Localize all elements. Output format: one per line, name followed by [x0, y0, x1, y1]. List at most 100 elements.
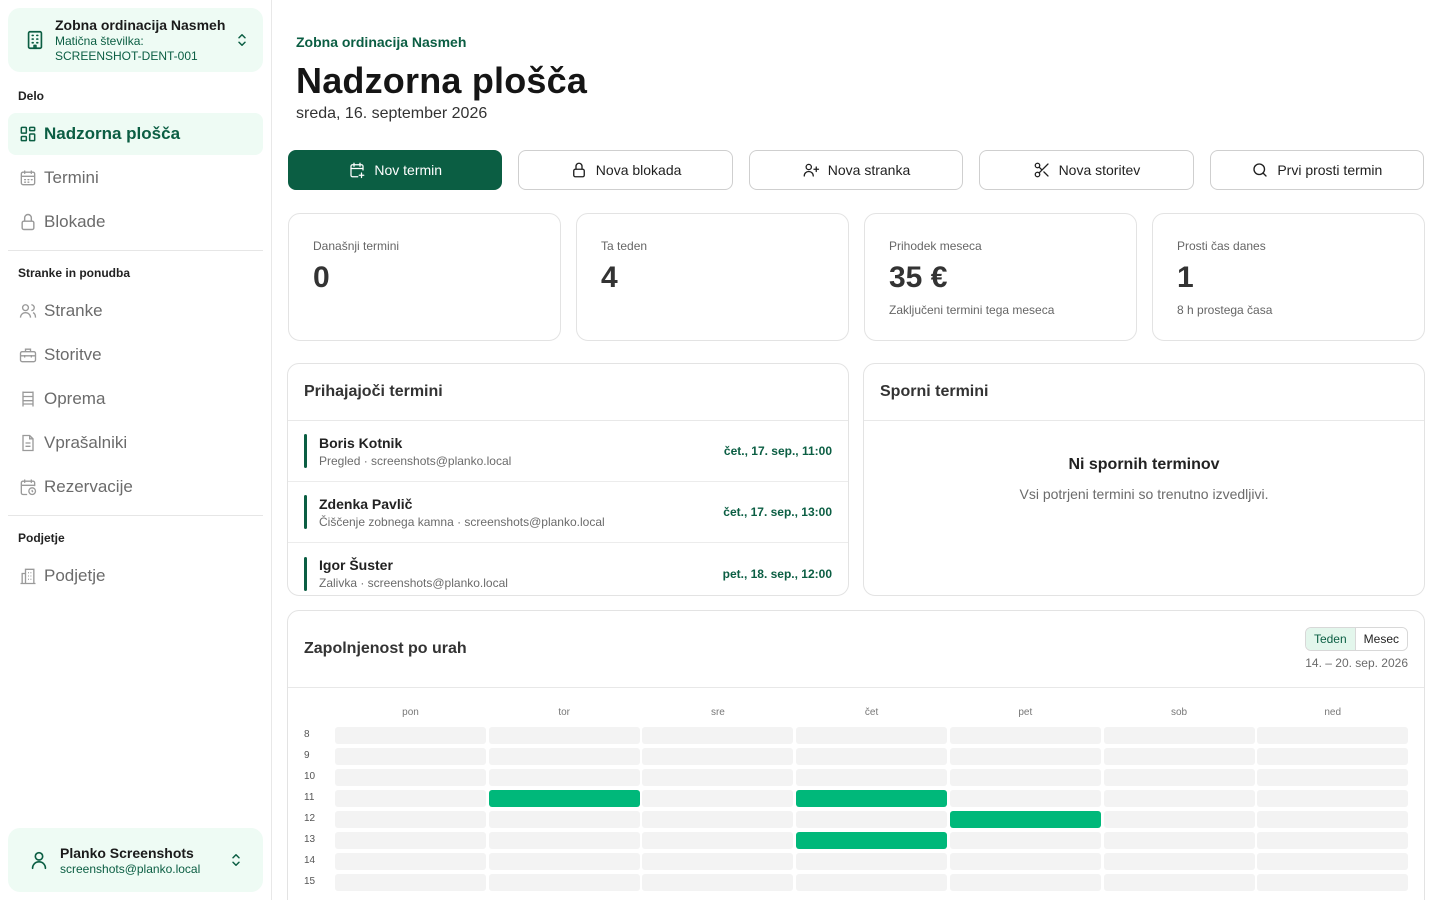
new-service-button[interactable]: Nova storitev — [979, 150, 1194, 190]
heatmap-cell — [335, 748, 486, 765]
heatmap-cell — [642, 790, 794, 807]
page-title: Nadzorna plošča — [296, 60, 588, 101]
hour-label: 15 — [304, 876, 316, 887]
hour-label: 12 — [304, 813, 316, 824]
heatmap-cell — [488, 790, 640, 807]
heatmap-cell — [488, 832, 640, 849]
nav-divider — [8, 515, 263, 516]
nav-section-clients: Stranke in ponudba — [18, 266, 131, 280]
heatmap-cell — [642, 811, 794, 828]
sidebar-item-reservations[interactable]: Rezervacije — [8, 466, 263, 508]
occupancy-panel: Zapolnjenost po urah Teden Mesec 14. – 2… — [287, 610, 1425, 900]
day-label: ned — [1324, 707, 1342, 718]
day-label: sob — [1170, 707, 1188, 718]
breadcrumb[interactable]: Zobna ordinacija Nasmeh — [296, 34, 466, 50]
calendar-plus-icon — [350, 162, 365, 179]
new-client-button[interactable]: Nova stranka — [748, 150, 964, 190]
day-label: pon — [402, 707, 419, 718]
sidebar-item-appointments[interactable]: Termini — [8, 157, 263, 199]
sidebar-item-questionnaires[interactable]: Vprašalniki — [8, 422, 263, 464]
heatmap-cell — [949, 853, 1101, 870]
day-label: sre — [710, 707, 725, 718]
user-plus-icon — [803, 163, 819, 177]
heatmap-cell — [1257, 874, 1409, 891]
office-building-icon — [20, 568, 36, 585]
first-free-slot-button[interactable]: Prvi prosti termin — [1209, 150, 1425, 190]
nav-section-work: Delo — [18, 89, 45, 103]
heatmap-cell — [1103, 832, 1255, 849]
heatmap-cell — [796, 853, 948, 870]
hour-label: 11 — [304, 792, 315, 803]
list-item[interactable]: Igor Šuster Zalivka · screenshots@planko… — [288, 543, 848, 595]
user-icon — [31, 851, 47, 870]
quick-actions: Nov termin Nova blokada Nova stranka Nov… — [288, 150, 1425, 190]
stat-revenue: Prihodek meseca 35 € Zaključeni termini … — [864, 213, 1137, 341]
heatmap-cell — [335, 769, 486, 786]
upcoming-appointments-panel: Prihajajoči termini Boris Kotnik Pregled… — [287, 363, 849, 596]
heatmap-cell — [796, 790, 948, 807]
heatmap-cell — [642, 769, 794, 786]
heatmap-cell — [949, 748, 1101, 765]
heatmap-cell — [335, 727, 486, 744]
scissors-icon — [1034, 162, 1049, 178]
search-icon — [1253, 163, 1267, 177]
heatmap-cell — [1103, 874, 1255, 891]
heatmap-cell — [949, 874, 1101, 891]
toggle-week[interactable]: Teden — [1305, 628, 1355, 650]
page-date: sreda, 16. september 2026 — [296, 105, 488, 122]
panel-title: Prihajajoči termini — [288, 364, 848, 421]
document-icon — [22, 434, 34, 452]
toggle-month[interactable]: Mesec — [1354, 628, 1407, 650]
nav-divider — [8, 250, 263, 251]
heatmap-cell — [488, 727, 640, 744]
hour-label: 13 — [304, 834, 316, 845]
sidebar-item-blocks[interactable]: Blokade — [8, 201, 263, 243]
heatmap-cell — [1103, 769, 1255, 786]
day-label: čet — [864, 707, 879, 718]
panel-title: Zapolnjenost po urah — [304, 640, 467, 657]
heatmap-cell — [488, 811, 640, 828]
heatmap-cell — [1103, 727, 1255, 744]
heatmap-cell — [949, 811, 1101, 828]
user-email: screenshots@planko.local — [60, 861, 201, 876]
heatmap-cell — [488, 874, 640, 891]
list-item[interactable]: Zdenka Pavlič Čiščenje zobnega kamna · s… — [288, 482, 848, 543]
nav-section-company: Podjetje — [18, 531, 65, 545]
chevron-up-down-icon — [232, 854, 240, 866]
heatmap-cell — [949, 790, 1101, 807]
heatmap-cell — [1257, 790, 1409, 807]
heatmap-cell — [1257, 811, 1409, 828]
sidebar-item-equipment[interactable]: Oprema — [8, 378, 263, 420]
sidebar-item-label: Oprema — [44, 389, 106, 408]
sidebar-item-dashboard[interactable]: Nadzorna plošča — [8, 113, 263, 155]
date-range: 14. – 20. sep. 2026 — [1305, 656, 1408, 670]
new-block-button[interactable]: Nova blokada — [518, 150, 733, 190]
sidebar-item-clients[interactable]: Stranke — [8, 290, 263, 332]
building-icon — [27, 30, 43, 50]
day-label: tor — [558, 707, 571, 718]
calendar-clock-icon — [20, 479, 37, 496]
day-label: pet — [1018, 707, 1033, 718]
sidebar-item-label: Termini — [44, 168, 99, 187]
heatmap-cell — [1103, 853, 1255, 870]
heatmap-cell — [1103, 748, 1255, 765]
lock-icon — [572, 162, 585, 178]
heatmap-cell — [949, 832, 1101, 849]
org-switcher[interactable]: Zobna ordinacija Nasmeh Matična številka… — [8, 8, 263, 72]
org-name: Zobna ordinacija Nasmeh — [55, 16, 226, 33]
hour-label: 9 — [304, 750, 310, 761]
org-registration: Matična številka: SCREENSHOT-DENT-001 — [55, 33, 198, 63]
sidebar-item-label: Storitve — [44, 345, 102, 364]
heatmap-cell — [1257, 853, 1409, 870]
stat-today: Današnji termini 0 — [288, 213, 561, 341]
sidebar-item-services[interactable]: Storitve — [8, 334, 263, 376]
disputed-appointments-panel: Sporni termini Ni spornih terminov Vsi p… — [863, 363, 1425, 596]
user-switcher[interactable]: Planko Screenshots screenshots@planko.lo… — [8, 828, 263, 892]
heatmap-cell — [642, 832, 794, 849]
heatmap-cell — [642, 748, 794, 765]
list-item[interactable]: Boris Kotnik Pregled · screenshots@plank… — [288, 421, 848, 482]
hour-label: 8 — [304, 729, 310, 740]
sidebar-item-company[interactable]: Podjetje — [8, 555, 263, 597]
new-appointment-button[interactable]: Nov termin — [288, 150, 503, 190]
heatmap-cell — [642, 853, 794, 870]
